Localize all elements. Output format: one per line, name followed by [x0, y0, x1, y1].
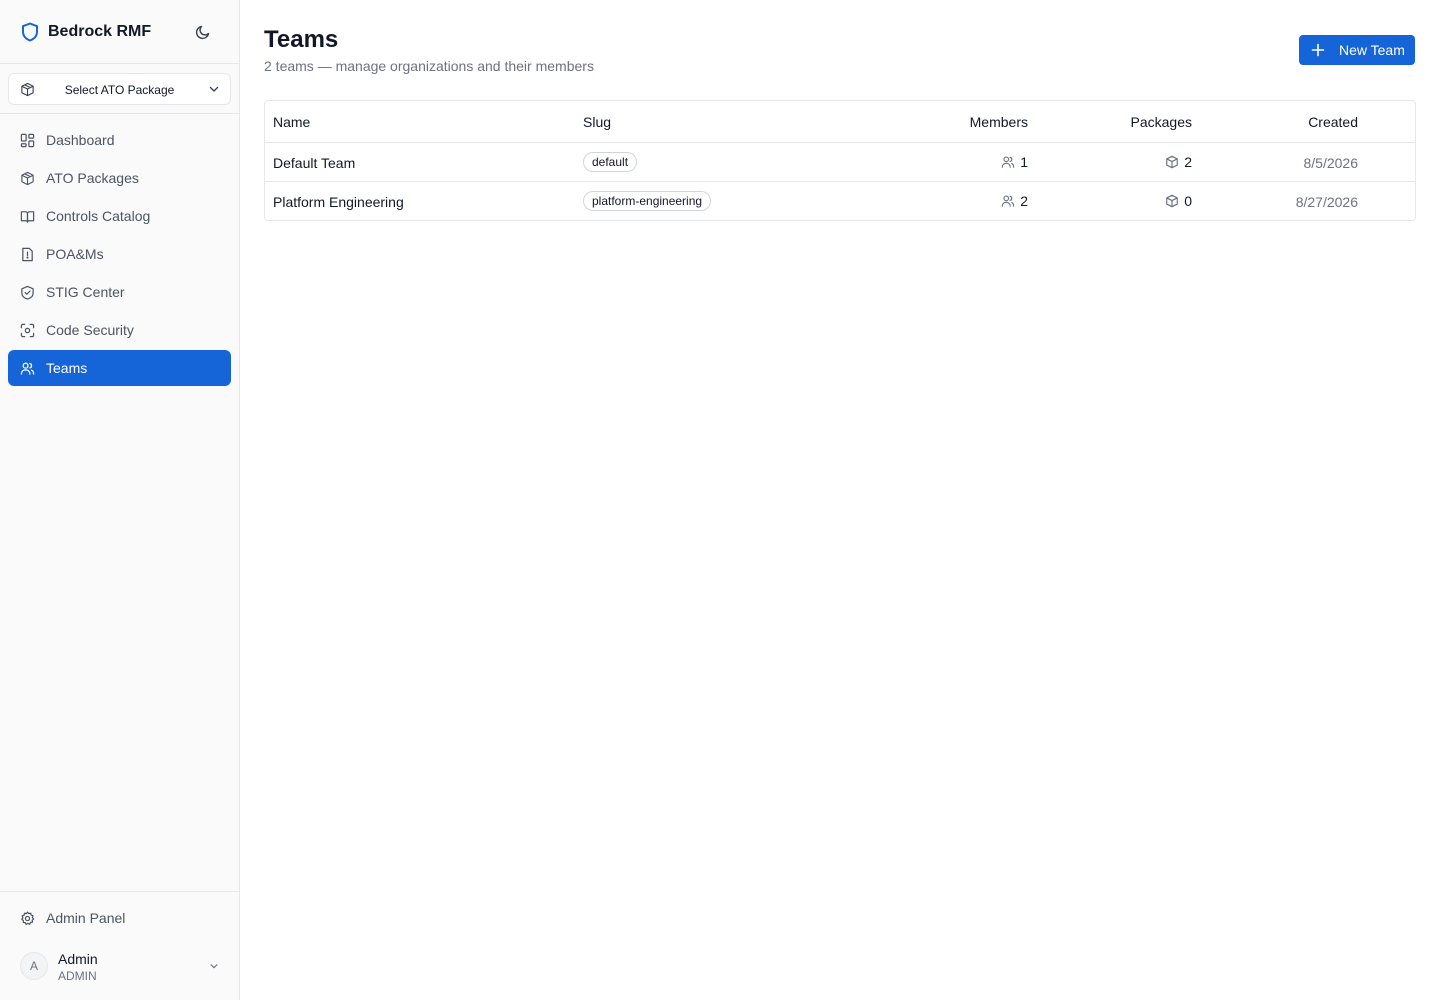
- created-date: 8/5/2026: [1303, 155, 1359, 171]
- package-icon: [1165, 194, 1179, 208]
- sidebar-item-dashboard[interactable]: Dashboard: [8, 122, 231, 158]
- sidebar-item-poams[interactable]: POA&Ms: [8, 236, 231, 272]
- sidebar-item-controls-catalog[interactable]: Controls Catalog: [8, 198, 231, 234]
- sidebar-item-stig-center[interactable]: STIG Center: [8, 274, 231, 310]
- file-alert-icon: [20, 247, 35, 262]
- slug-badge: platform-engineering: [583, 191, 712, 211]
- dashboard-icon: [20, 133, 35, 148]
- members-count: 2: [1001, 193, 1028, 209]
- user-role: ADMIN: [58, 969, 97, 983]
- teams-table: Name Slug Members Packages Created Defau…: [264, 100, 1416, 221]
- ato-package-select-label: Select ATO Package: [64, 83, 175, 97]
- plus-icon: [1311, 43, 1325, 57]
- sidebar-item-label: Dashboard: [46, 132, 115, 148]
- chevron-down-icon: [208, 83, 220, 95]
- sidebar: Bedrock RMF Select ATO Package Dashboard: [0, 0, 240, 1000]
- main-content: Teams 2 teams — manage organizations and…: [240, 0, 1440, 1000]
- sidebar-item-label: STIG Center: [46, 284, 125, 300]
- sidebar-item-label: Teams: [46, 360, 88, 376]
- team-name: Platform Engineering: [273, 194, 404, 210]
- members-value: 1: [1020, 154, 1028, 170]
- sidebar-footer: Admin Panel A Admin ADMIN: [0, 891, 239, 1000]
- shield-check-icon: [20, 285, 35, 300]
- packages-count: 2: [1165, 154, 1192, 170]
- packages-count: 0: [1165, 193, 1192, 209]
- users-icon: [1001, 194, 1015, 208]
- sidebar-item-label: POA&Ms: [46, 246, 104, 262]
- app-title: Bedrock RMF: [48, 23, 152, 40]
- created-date: 8/27/2026: [1295, 194, 1358, 210]
- members-value: 2: [1020, 193, 1028, 209]
- column-header-members[interactable]: Members: [970, 114, 1028, 130]
- user-name: Admin: [58, 951, 98, 967]
- page-title: Teams: [264, 26, 339, 53]
- chevron-down-icon: [209, 961, 219, 971]
- theme-toggle-button[interactable]: [190, 19, 216, 45]
- sidebar-item-ato-packages[interactable]: ATO Packages: [8, 160, 231, 196]
- packages-value: 0: [1184, 193, 1192, 209]
- new-team-button-label: New Team: [1339, 42, 1405, 58]
- slug-badge: default: [583, 152, 638, 172]
- sidebar-item-label: Controls Catalog: [46, 208, 151, 224]
- brand-header: Bedrock RMF: [0, 0, 239, 64]
- column-header-name[interactable]: Name: [273, 114, 310, 130]
- table-row[interactable]: Default Team default 1 2 8/5/2026: [265, 142, 1415, 181]
- column-header-slug[interactable]: Slug: [583, 114, 611, 130]
- sidebar-item-code-security[interactable]: Code Security: [8, 312, 231, 348]
- sidebar-item-teams[interactable]: Teams: [8, 350, 231, 386]
- user-menu[interactable]: A Admin ADMIN: [8, 944, 231, 988]
- team-name: Default Team: [273, 155, 356, 171]
- package-icon: [1165, 155, 1179, 169]
- sidebar-item-label: ATO Packages: [46, 170, 139, 186]
- column-header-packages[interactable]: Packages: [1131, 114, 1192, 130]
- users-icon: [20, 361, 35, 376]
- sidebar-nav: Dashboard ATO Packages Controls Catalog …: [8, 122, 231, 388]
- packages-value: 2: [1184, 154, 1192, 170]
- moon-icon: [195, 24, 211, 40]
- table-header-row: Name Slug Members Packages Created: [265, 101, 1415, 142]
- page-subtitle: 2 teams — manage organizations and their…: [264, 58, 594, 74]
- table-row[interactable]: Platform Engineering platform-engineerin…: [265, 181, 1415, 220]
- new-team-button[interactable]: New Team: [1299, 35, 1415, 65]
- package-select-area: Select ATO Package: [0, 64, 239, 114]
- avatar: A: [20, 952, 48, 980]
- ato-package-select[interactable]: Select ATO Package: [8, 73, 231, 105]
- book-icon: [20, 209, 35, 224]
- package-icon: [20, 171, 35, 186]
- shield-logo-icon: [21, 22, 39, 42]
- members-count: 1: [1001, 154, 1028, 170]
- users-icon: [1001, 155, 1015, 169]
- scan-icon: [20, 323, 35, 338]
- sidebar-item-admin-panel[interactable]: Admin Panel: [8, 900, 231, 936]
- admin-panel-label: Admin Panel: [46, 910, 126, 926]
- column-header-created[interactable]: Created: [1308, 114, 1358, 130]
- sidebar-item-label: Code Security: [46, 322, 134, 338]
- gear-icon: [20, 911, 35, 926]
